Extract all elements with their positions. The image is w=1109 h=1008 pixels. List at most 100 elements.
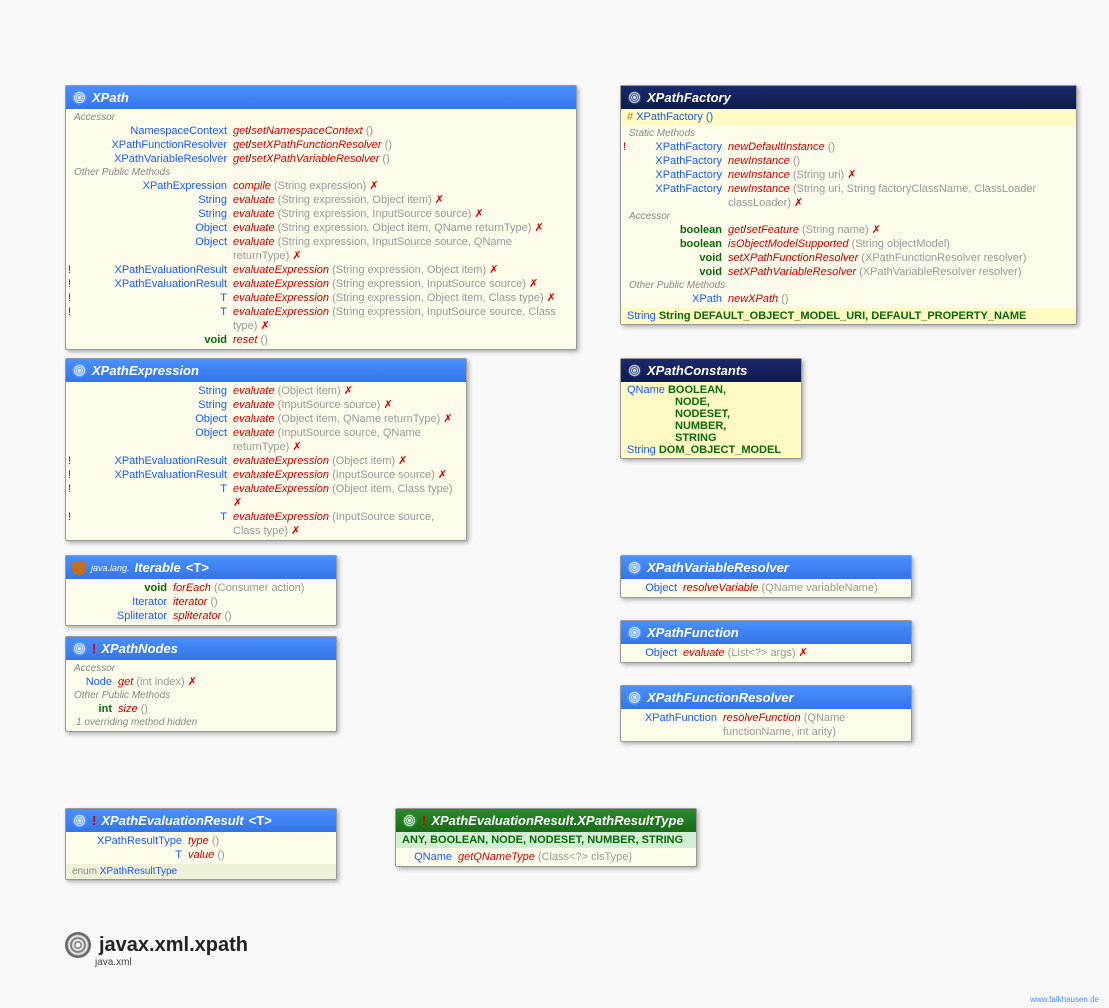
method-row: XPathExpressioncompile (String expressio… — [70, 179, 572, 193]
package-prefix: java.lang. — [91, 563, 130, 573]
class-title: XPath — [92, 90, 129, 105]
bang-marker: ! — [422, 813, 426, 828]
interface-icon — [72, 90, 87, 105]
constructor: XPathFactory () — [636, 111, 713, 123]
method-row: NamespaceContextget/setNamespaceContext … — [70, 124, 572, 138]
header: XPathFunctionResolver — [621, 686, 911, 709]
method-row: voidsetXPathVariableResolver (XPathVaria… — [625, 265, 1072, 279]
section-other: Other Public Methods — [625, 279, 1072, 292]
section-static: Static Methods — [625, 127, 1072, 140]
header: ! XPathEvaluationResult <T> — [66, 809, 336, 832]
class-box-xpath: XPath Accessor NamespaceContextget/setNa… — [65, 85, 577, 350]
method-row: ! TevaluateExpression (Object item, Clas… — [70, 482, 462, 510]
method-row: voidsetXPathFunctionResolver (XPathFunct… — [625, 251, 1072, 265]
method-row: Objectevaluate (InputSource source, QNam… — [70, 426, 462, 454]
class-box-xpathfunction: XPathFunction Objectevaluate (List<?> ar… — [620, 620, 912, 663]
package-icon — [65, 932, 91, 958]
header: java.lang. Iterable <T> — [66, 556, 336, 579]
class-title: XPathFunctionResolver — [647, 690, 794, 705]
method-row: !XPathEvaluationResultevaluateExpression… — [70, 454, 462, 468]
method-row: Nodeget (int index) ✗ — [70, 675, 332, 689]
class-icon — [627, 363, 642, 378]
method-row: intsize () — [70, 702, 332, 716]
class-title: XPathFunction — [647, 625, 739, 640]
interface-icon — [72, 363, 87, 378]
class-title: XPathExpression — [92, 363, 199, 378]
type-param: <T> — [249, 813, 272, 828]
header: XPathConstants — [621, 359, 801, 382]
method-row: Tvalue () — [70, 848, 332, 862]
method-row: !XPathEvaluationResultevaluateExpression… — [70, 263, 572, 277]
method-row: booleanget/setFeature (String name) ✗ — [625, 223, 1072, 237]
method-row: XPathFunctionresolveFunction (QName func… — [625, 711, 907, 739]
class-title: XPathNodes — [101, 641, 178, 656]
method-row: XPathFactorynewInstance () — [625, 154, 1072, 168]
bang-marker: ! — [92, 641, 96, 656]
class-box-varresolver: XPathVariableResolver ObjectresolveVaria… — [620, 555, 912, 598]
method-row: XPathVariableResolverget/setXPathVariabl… — [70, 152, 572, 166]
section-accessor: Accessor — [70, 111, 572, 124]
header: ! XPathNodes — [66, 637, 336, 660]
class-box-xpathnodes: ! XPathNodes Accessor Nodeget (int index)… — [65, 636, 337, 732]
class-box-xpathexpression: XPathExpression Stringevaluate (Object i… — [65, 358, 467, 541]
hidden-note: 1 overriding method hidden — [70, 716, 332, 729]
method-row: XPathResultTypetype () — [70, 834, 332, 848]
credit-link[interactable]: www.falkhausen.de — [1030, 995, 1099, 1004]
class-icon — [627, 90, 642, 105]
protected-marker: # — [627, 111, 633, 123]
section-accessor: Accessor — [70, 662, 332, 675]
method-row: voidreset () — [70, 333, 572, 347]
method-row: ! TevaluateExpression (String expression… — [70, 291, 572, 305]
method-row: Objectevaluate (String expression, Objec… — [70, 221, 572, 235]
class-box-xpathconstants: XPathConstants QName BOOLEAN,NODE,NODESE… — [620, 358, 802, 459]
method-row: QNamegetQNameType (Class<?> clsType) — [400, 850, 692, 864]
method-row: Stringevaluate (Object item) ✗ — [70, 384, 462, 398]
method-row: Objectevaluate (Object item, QName retur… — [70, 412, 462, 426]
method-row: Stringevaluate (String expression, Input… — [70, 207, 572, 221]
method-row: ! TevaluateExpression (String expression… — [70, 305, 572, 333]
section-other: Other Public Methods — [70, 166, 572, 179]
class-title: XPathEvaluationResult — [101, 813, 243, 828]
method-row: Objectevaluate (List<?> args) ✗ — [625, 646, 907, 660]
bang-marker: ! — [92, 813, 96, 828]
header: XPathFactory — [621, 86, 1076, 109]
class-box-iterable: java.lang. Iterable <T> voidforEach (Consu… — [65, 555, 337, 626]
class-title: XPathEvaluationResult.XPathResultType — [431, 813, 683, 828]
module-name: java.xml — [95, 957, 132, 968]
java-icon — [72, 561, 86, 575]
method-row: !XPathEvaluationResultevaluateExpression… — [70, 277, 572, 291]
method-row: booleanisObjectModelSupported (String ob… — [625, 237, 1072, 251]
type-param: <T> — [186, 560, 209, 575]
method-row: Spliteratorspliterator () — [70, 609, 332, 623]
header: ! XPathEvaluationResult.XPathResultType — [396, 809, 696, 832]
method-row: Objectevaluate (String expression, Input… — [70, 235, 572, 263]
enum-icon — [402, 813, 417, 828]
constants: String DEFAULT_OBJECT_MODEL_URI, DEFAULT… — [659, 310, 1027, 322]
method-row: voidforEach (Consumer action) — [70, 581, 332, 595]
class-title: XPathFactory — [647, 90, 731, 105]
class-box-xpathfactory: XPathFactory # XPathFactory () Static Me… — [620, 85, 1077, 325]
method-row: Stringevaluate (InputSource source) ✗ — [70, 398, 462, 412]
header: XPathExpression — [66, 359, 466, 382]
class-title: XPathConstants — [647, 363, 747, 378]
method-row: Stringevaluate (String expression, Objec… — [70, 193, 572, 207]
method-row: Iteratoriterator () — [70, 595, 332, 609]
interface-icon — [627, 625, 642, 640]
interface-icon — [627, 690, 642, 705]
class-title: Iterable — [135, 560, 181, 575]
class-box-funcresolver: XPathFunctionResolver XPathFunctionresol… — [620, 685, 912, 742]
class-title: XPathVariableResolver — [647, 560, 789, 575]
interface-icon — [72, 813, 87, 828]
package-footer: javax.xml.xpath java.xml — [65, 932, 248, 958]
header: XPath — [66, 86, 576, 109]
enum-values: ANY, BOOLEAN, NODE, NODESET, NUMBER, STR… — [396, 832, 696, 848]
method-row: ! TevaluateExpression (InputSource sourc… — [70, 510, 462, 538]
constants-row: String String DEFAULT_OBJECT_MODEL_URI, … — [621, 308, 1076, 324]
package-name: javax.xml.xpath — [99, 934, 248, 957]
method-row: ObjectresolveVariable (QName variableNam… — [625, 581, 907, 595]
method-row: !XPathEvaluationResultevaluateExpression… — [70, 468, 462, 482]
method-row: XPathnewXPath () — [625, 292, 1072, 306]
interface-icon — [72, 641, 87, 656]
section-accessor: Accessor — [625, 210, 1072, 223]
header: XPathFunction — [621, 621, 911, 644]
